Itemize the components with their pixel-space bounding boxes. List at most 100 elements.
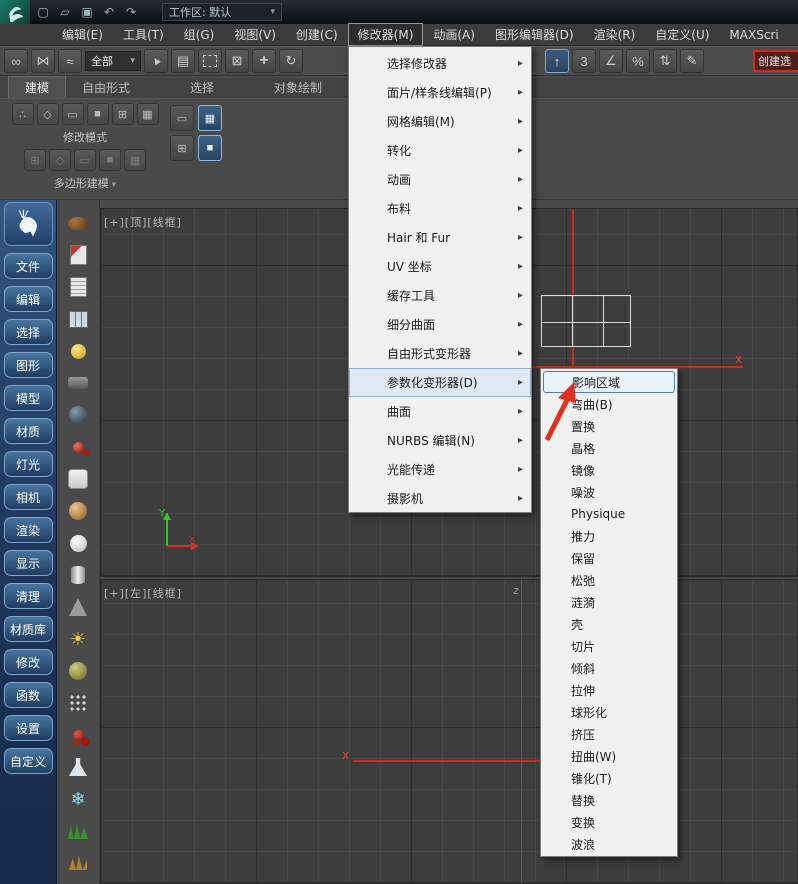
preview-subobj-icon[interactable]	[49, 149, 71, 171]
modifier-menu-item[interactable]: 网格编辑(M)	[349, 107, 531, 136]
modifier-menu-item[interactable]: 动画	[349, 165, 531, 194]
save-icon[interactable]	[78, 3, 96, 21]
menu-customize[interactable]: 自定义(U)	[645, 23, 719, 46]
modifier-menu-item[interactable]: 曲面	[349, 397, 531, 426]
modifier-menu-item[interactable]: 选择修改器	[349, 49, 531, 78]
submenu-item[interactable]: 替换	[541, 789, 677, 811]
grass-icon[interactable]	[63, 816, 93, 846]
sphere-olive-icon[interactable]	[63, 656, 93, 686]
submenu-item[interactable]: 噪波	[541, 481, 677, 503]
submenu-item[interactable]: 壳	[541, 613, 677, 635]
submenu-item[interactable]: 镜像	[541, 459, 677, 481]
preview-off-icon[interactable]	[24, 149, 46, 171]
sidebar-item-shape[interactable]: 图形	[3, 352, 53, 378]
spreadsheet-icon[interactable]	[63, 304, 93, 334]
poly-modeling-label[interactable]: 多边形建模	[6, 175, 164, 191]
tab-freeform[interactable]: 自由形式	[66, 77, 146, 98]
circle-icon[interactable]	[63, 528, 93, 558]
tab-modeling[interactable]: 建模	[8, 76, 67, 98]
bind-space-warp-icon[interactable]	[58, 49, 82, 73]
menu-create[interactable]: 创建(C)	[286, 23, 348, 46]
cone-icon[interactable]	[63, 592, 93, 622]
sidebar-item-settings[interactable]: 设置	[3, 715, 53, 741]
tab-selection[interactable]: 选择	[174, 77, 230, 98]
menu-modifiers[interactable]: 修改器(M)	[347, 23, 424, 46]
menu-edit[interactable]: 编辑(E)	[52, 23, 113, 46]
menu-rendering[interactable]: 渲染(R)	[584, 23, 646, 46]
menu-tools[interactable]: 工具(T)	[113, 23, 174, 46]
modifier-menu-item[interactable]: 光能传递	[349, 455, 531, 484]
undo-icon[interactable]	[100, 3, 118, 21]
submenu-item[interactable]: 切片	[541, 635, 677, 657]
window-crossing-icon[interactable]	[225, 49, 249, 73]
camera-icon[interactable]	[63, 368, 93, 398]
spinner-snap-icon[interactable]	[653, 49, 677, 73]
menu-group[interactable]: 组(G)	[174, 23, 225, 46]
modifier-menu-item[interactable]: NURBS 编辑(N)	[349, 426, 531, 455]
submenu-item[interactable]: 拉伸	[541, 679, 677, 701]
viewport-left[interactable]: [+][左][线框] z x	[100, 579, 798, 884]
preview-multi-icon[interactable]	[74, 149, 96, 171]
lightbulb-icon[interactable]	[63, 336, 93, 366]
workspace-selector[interactable]: 工作区: 默认	[162, 3, 282, 21]
edit-keys-icon[interactable]	[680, 49, 704, 73]
percent-snap-icon[interactable]: %	[626, 49, 650, 73]
menu-views[interactable]: 视图(V)	[224, 23, 286, 46]
viewport-left-label[interactable]: [+][左][线框]	[104, 585, 182, 601]
plane-icon[interactable]	[63, 464, 93, 494]
sphere-bronze-icon[interactable]	[63, 496, 93, 526]
sidebar-item-camera[interactable]: 相机	[3, 484, 53, 510]
submenu-item[interactable]: 变换	[541, 811, 677, 833]
modifier-menu-item[interactable]: 缓存工具	[349, 281, 531, 310]
submenu-item[interactable]: 保留	[541, 547, 677, 569]
redo-icon[interactable]	[122, 3, 140, 21]
grid-toggle-icon[interactable]	[124, 149, 146, 171]
material-editor-icon[interactable]	[63, 240, 93, 270]
border-mode-icon[interactable]	[61, 103, 84, 125]
submenu-item[interactable]: 扭曲(W)	[541, 745, 677, 767]
active-tool-button[interactable]	[545, 49, 569, 73]
sphere-icon[interactable]	[63, 400, 93, 430]
rectangular-region-icon[interactable]	[198, 49, 222, 73]
modifier-menu-item[interactable]: UV 坐标	[349, 252, 531, 281]
menu-maxscript[interactable]: MAXScri	[719, 25, 788, 45]
ribbon-tool-a-icon[interactable]	[170, 105, 194, 131]
sidebar-item-light[interactable]: 灯光	[3, 451, 53, 477]
tab-object-paint[interactable]: 对象绘制	[258, 77, 338, 98]
modifier-menu-item-parametric[interactable]: 参数化变形器(D)	[349, 368, 531, 397]
edge-mode-icon[interactable]	[36, 103, 59, 125]
snowflake-icon[interactable]	[63, 784, 93, 814]
menu-animation[interactable]: 动画(A)	[423, 23, 485, 46]
snap-toggle-icon[interactable]: 3	[572, 49, 596, 73]
sidebar-item-display[interactable]: 显示	[3, 550, 53, 576]
viewport-top-label[interactable]: [+][顶][线框]	[104, 214, 182, 230]
app-logo-icon[interactable]	[0, 0, 30, 24]
sidebar-item-custom[interactable]: 自定义	[3, 748, 53, 774]
select-object-icon[interactable]	[144, 49, 168, 73]
object-mode-icon[interactable]	[136, 103, 159, 125]
submenu-item[interactable]: 球形化	[541, 701, 677, 723]
spheres-red-icon[interactable]	[63, 432, 93, 462]
submenu-item[interactable]: 松弛	[541, 569, 677, 591]
open-file-icon[interactable]	[56, 3, 74, 21]
sidebar-item-edit[interactable]: 编辑	[3, 286, 53, 312]
angle-snap-icon[interactable]	[599, 49, 623, 73]
menu-graph-editors[interactable]: 图形编辑器(D)	[485, 23, 584, 46]
ribbon-active-tool-icon[interactable]	[198, 105, 222, 131]
berries-icon[interactable]	[63, 720, 93, 750]
new-file-icon[interactable]	[34, 3, 52, 21]
sidebar-item-function[interactable]: 函数	[3, 682, 53, 708]
sidebar-item-model[interactable]: 模型	[3, 385, 53, 411]
sidebar-item-file[interactable]: 文件	[3, 253, 53, 279]
sidebar-item-select[interactable]: 选择	[3, 319, 53, 345]
create-selection-set-field[interactable]: 创建选	[753, 50, 798, 72]
submenu-item[interactable]: Physique	[541, 503, 677, 525]
select-by-name-icon[interactable]	[171, 49, 195, 73]
ribbon-tool-b-icon[interactable]	[170, 135, 194, 161]
modifier-menu-item[interactable]: 摄影机	[349, 484, 531, 513]
modifier-menu-item[interactable]: Hair 和 Fur	[349, 223, 531, 252]
submenu-item[interactable]: 推力	[541, 525, 677, 547]
unlink-icon[interactable]	[31, 49, 55, 73]
flask-icon[interactable]	[63, 752, 93, 782]
link-icon[interactable]	[4, 49, 28, 73]
